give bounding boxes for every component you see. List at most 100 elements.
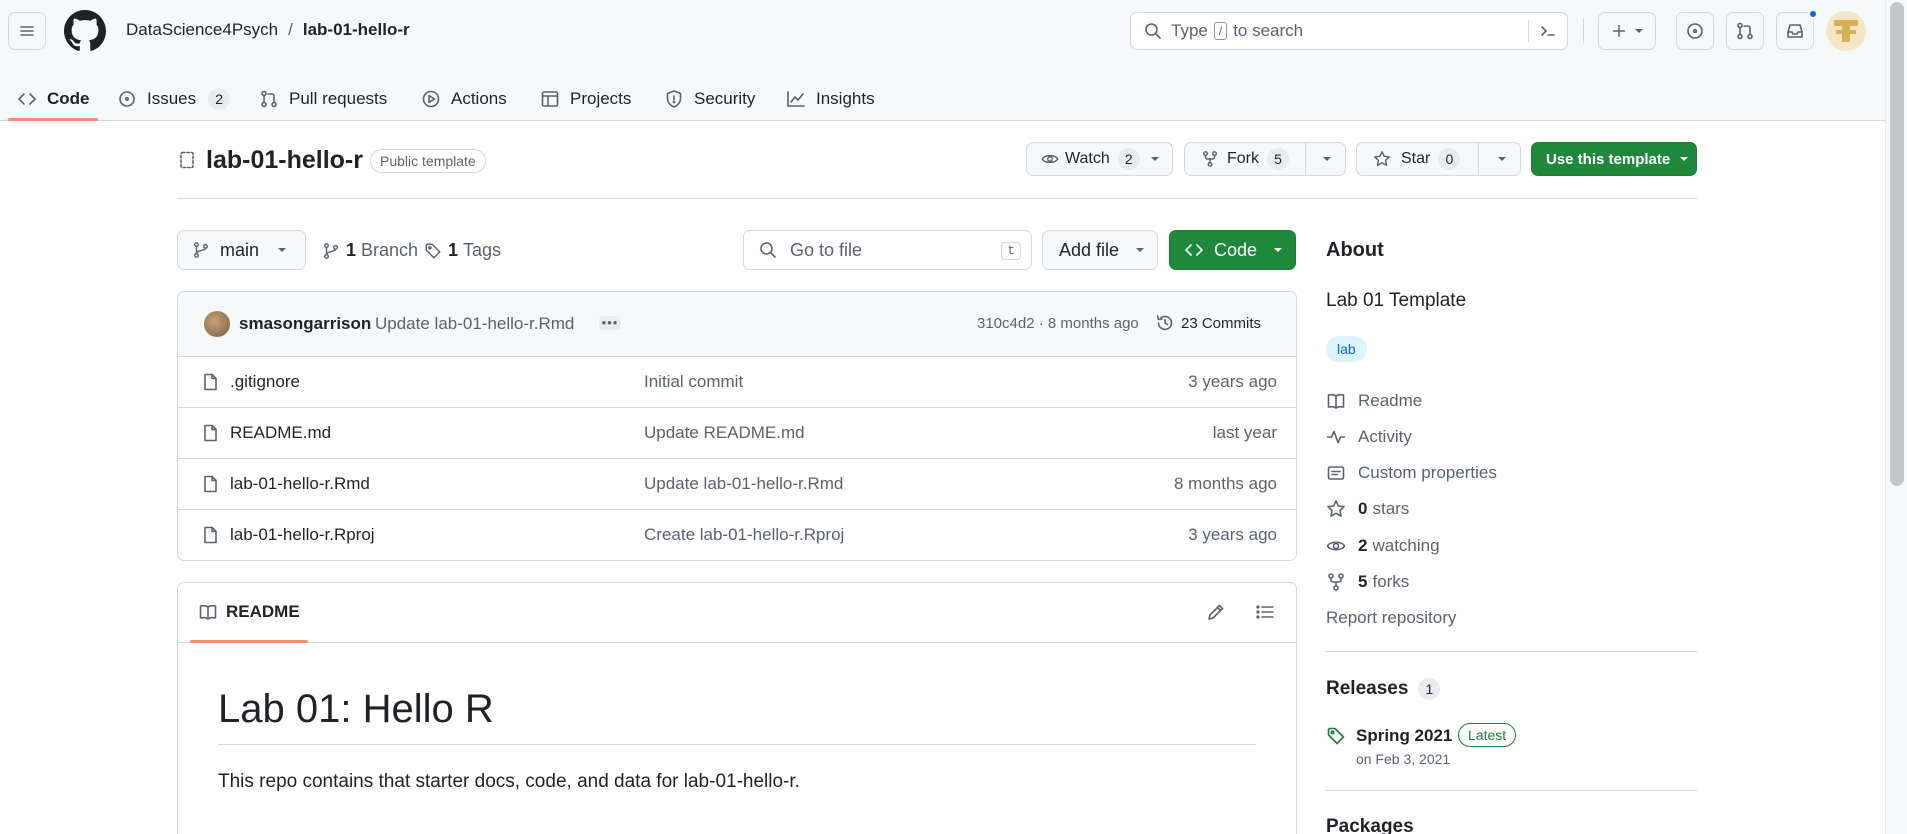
git-branch-icon [323, 242, 339, 259]
breadcrumb-repo[interactable]: lab-01-hello-r [303, 20, 410, 40]
readme-tab[interactable]: README [198, 602, 300, 622]
title-divider [177, 198, 1697, 199]
caret-down-icon [278, 248, 287, 252]
issue-opened-icon [119, 91, 135, 107]
commit-author[interactable]: smasongarrison [239, 314, 371, 334]
tab-code[interactable]: Code [17, 78, 90, 120]
sidebar-readme-link[interactable]: Readme [1326, 391, 1422, 411]
command-palette-icon[interactable] [1538, 21, 1558, 41]
sidebar-stars-link[interactable]: 0 stars [1326, 499, 1409, 519]
commit-message[interactable]: Update lab-01-hello-r.Rmd [375, 314, 574, 334]
file-icon [204, 373, 217, 391]
tab-label: Code [47, 89, 90, 108]
tab-actions[interactable]: Actions [421, 78, 507, 120]
sidebar-readme-label: Readme [1358, 391, 1423, 410]
add-file-button[interactable]: Add file [1042, 230, 1158, 270]
star-button[interactable]: Star 0 [1356, 142, 1521, 176]
sidebar-forks-link[interactable]: 5 forks [1326, 572, 1409, 592]
branch-label: Branch [361, 240, 419, 260]
issues-button[interactable] [1676, 12, 1714, 50]
list-outline-icon[interactable] [1255, 602, 1275, 622]
tab-label: Security [694, 89, 756, 108]
tab-projects[interactable]: Projects [540, 78, 631, 120]
go-to-file-input[interactable]: Go to file t [743, 230, 1032, 270]
avatar[interactable] [1826, 11, 1866, 51]
tab-issues[interactable]: Issues 2 [117, 78, 231, 120]
tab-insights[interactable]: Insights [786, 78, 875, 120]
sidebar-activity-label: Activity [1358, 427, 1412, 446]
scrollbar-thumb[interactable] [1890, 2, 1904, 486]
branch-name: main [220, 239, 260, 260]
latest-badge: Latest [1458, 723, 1517, 747]
report-repository-link[interactable]: Report repository [1326, 608, 1456, 628]
branch-selector[interactable]: main [177, 230, 306, 270]
pull-requests-button[interactable] [1726, 12, 1764, 50]
tab-label: Pull requests [289, 89, 388, 108]
file-icon [204, 424, 217, 442]
table-row[interactable]: lab-01-hello-r.Rmd Update lab-01-hello-r… [178, 458, 1297, 509]
file-name[interactable]: lab-01-hello-r.Rmd [230, 474, 370, 494]
sidebar-custom-properties-link[interactable]: Custom properties [1326, 463, 1497, 483]
breadcrumb: DataScience4Psych / lab-01-hello-r [126, 20, 410, 40]
tags-link[interactable]: 1 Tags [424, 240, 501, 261]
star-count: 0 [1438, 148, 1461, 170]
search-input[interactable]: Type / to search [1130, 12, 1568, 50]
tab-pull-requests[interactable]: Pull requests [259, 78, 387, 120]
table-row[interactable]: .gitignore Initial commit 3 years ago [178, 356, 1297, 407]
readme-tab-underline [190, 640, 308, 643]
table-row[interactable]: README.md Update README.md last year [178, 407, 1297, 458]
search-icon [1145, 23, 1161, 39]
star-icon [1374, 151, 1390, 167]
sidebar-divider [1326, 651, 1697, 652]
tab-security[interactable]: Security [664, 78, 755, 120]
sidebar-watching-link[interactable]: 2 watching [1326, 536, 1440, 556]
watch-button[interactable]: Watch 2 [1026, 142, 1173, 176]
file-name[interactable]: lab-01-hello-r.Rproj [230, 525, 375, 545]
code-button[interactable]: Code [1169, 230, 1296, 270]
repo-forked-icon [1202, 151, 1218, 167]
commits-link[interactable]: 23 Commits [1155, 313, 1261, 333]
scrollbar-track[interactable] [1885, 0, 1907, 834]
breadcrumb-owner[interactable]: DataScience4Psych [126, 20, 278, 40]
git-branch-icon [193, 242, 209, 258]
create-new-button[interactable] [1598, 12, 1656, 50]
inbox-button[interactable] [1776, 12, 1814, 50]
file-name[interactable]: .gitignore [230, 372, 300, 392]
file-commit-message[interactable]: Update lab-01-hello-r.Rmd [644, 474, 843, 494]
tab-label: Insights [816, 89, 875, 108]
commits-count: 23 Commits [1181, 314, 1262, 332]
forks-label: forks [1372, 572, 1410, 591]
file-commit-message[interactable]: Initial commit [644, 372, 743, 392]
book-icon [1327, 393, 1345, 409]
pencil-icon[interactable] [1206, 602, 1226, 622]
caret-down-icon[interactable] [1322, 154, 1332, 164]
sidebar-activity-link[interactable]: Activity [1326, 427, 1412, 447]
fork-button[interactable]: Fork 5 [1184, 142, 1346, 176]
caret-down-icon [1635, 29, 1643, 33]
topic-tag[interactable]: lab [1326, 336, 1367, 362]
watch-label: Watch [1065, 150, 1110, 167]
menu-button[interactable] [8, 12, 46, 50]
caret-down-icon[interactable] [1497, 154, 1507, 164]
play-icon [422, 90, 440, 108]
commit-hash-time[interactable]: 310c4d2 · 8 months ago [977, 315, 1139, 332]
go-to-file-placeholder: Go to file [790, 239, 863, 260]
file-name[interactable]: README.md [230, 423, 331, 443]
file-commit-message[interactable]: Create lab-01-hello-r.Rproj [644, 525, 844, 545]
releases-heading[interactable]: Releases 1 [1326, 678, 1441, 700]
packages-heading[interactable]: Packages [1326, 816, 1414, 834]
repo-template-icon [180, 151, 194, 169]
commit-author-avatar[interactable] [204, 311, 230, 337]
use-template-label: Use this template [1546, 150, 1671, 168]
table-row[interactable]: lab-01-hello-r.Rproj Create lab-01-hello… [178, 509, 1297, 560]
github-logo[interactable] [64, 10, 106, 52]
branches-link[interactable]: 1 Branch [322, 240, 418, 261]
shield-icon [666, 90, 682, 108]
file-commit-message[interactable]: Update README.md [644, 423, 805, 443]
use-template-button[interactable]: Use this template [1531, 142, 1697, 176]
commit-details-button[interactable]: ••• [599, 316, 621, 330]
repo-title[interactable]: lab-01-hello-r [206, 146, 363, 175]
tab-code-underline [8, 118, 98, 121]
release-name[interactable]: Spring 2021 [1356, 726, 1452, 746]
file-age: 3 years ago [1188, 372, 1277, 391]
